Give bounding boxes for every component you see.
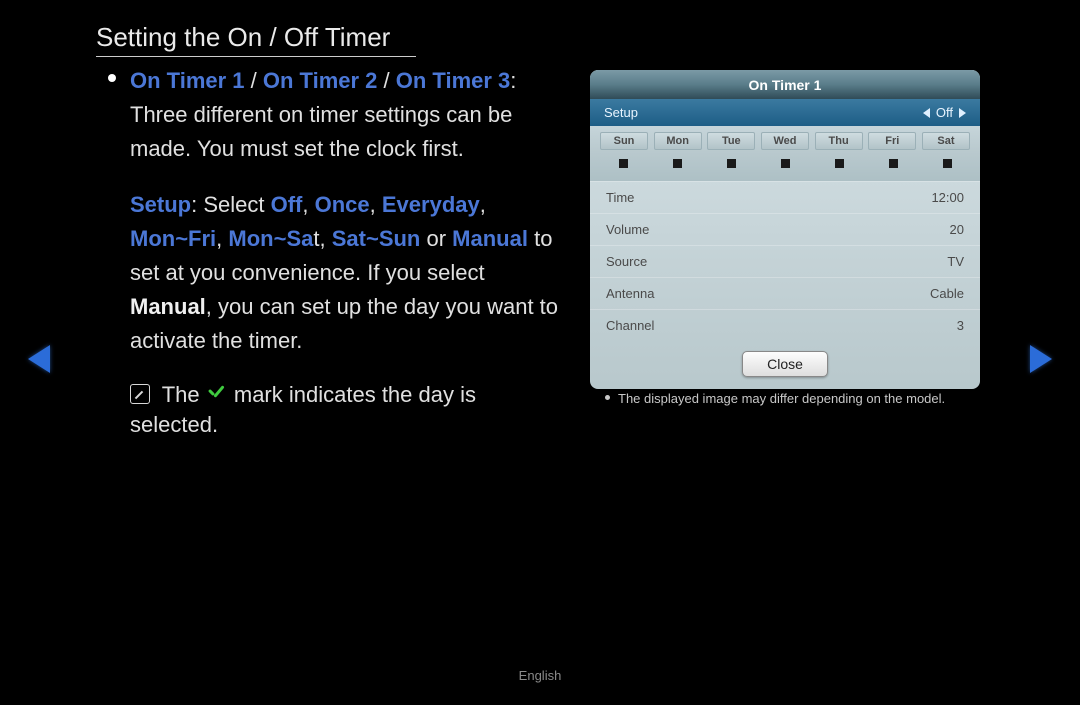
sep: /: [245, 68, 263, 93]
note-pre: The: [162, 382, 206, 407]
marks-row: [590, 152, 980, 181]
row-value: 12:00: [931, 190, 964, 205]
day-thu[interactable]: Thu: [815, 132, 863, 150]
close-row: Close: [590, 341, 980, 389]
chevron-left-icon[interactable]: [923, 108, 930, 118]
day-sun[interactable]: Sun: [600, 132, 648, 150]
panel-title: On Timer 1: [590, 70, 980, 99]
row-value: 3: [957, 318, 964, 333]
hl-on-timer-1: On Timer 1: [130, 68, 245, 93]
days-row: Sun Mon Tue Wed Thu Fri Sat: [590, 126, 980, 152]
row-label: Channel: [606, 318, 654, 333]
text: ,: [480, 192, 486, 217]
square-icon: [619, 159, 628, 168]
disclaimer-text: The displayed image may differ depending…: [618, 391, 945, 406]
row-label: Volume: [606, 222, 649, 237]
row-label: Time: [606, 190, 634, 205]
hl-monsat: Mon~Sa: [228, 226, 313, 251]
text: : Select: [191, 192, 270, 217]
row-value: 20: [950, 222, 964, 237]
hl-manual: Manual: [452, 226, 528, 251]
language-label: English: [0, 668, 1080, 683]
close-button[interactable]: Close: [742, 351, 828, 377]
hl-on-timer-2: On Timer 2: [263, 68, 378, 93]
paragraph-setup: Setup: Select Off, Once, Everyday, Mon~F…: [130, 188, 570, 358]
mark: [600, 156, 646, 171]
bullet-icon: [108, 74, 116, 82]
hl-everyday: Everyday: [382, 192, 480, 217]
text: ,: [370, 192, 382, 217]
day-fri[interactable]: Fri: [868, 132, 916, 150]
square-icon: [835, 159, 844, 168]
mark: [708, 156, 754, 171]
row-value: TV: [947, 254, 964, 269]
on-timer-panel: On Timer 1 Setup Off Sun Mon Tue Wed Thu…: [590, 70, 980, 389]
day-tue[interactable]: Tue: [707, 132, 755, 150]
row-volume[interactable]: Volume 20: [590, 213, 980, 245]
row-time[interactable]: Time 12:00: [590, 181, 980, 213]
hl-monfri: Mon~Fri: [130, 226, 216, 251]
hl-on-timer-3: On Timer 3: [396, 68, 511, 93]
nav-prev-icon[interactable]: [28, 345, 50, 373]
nav-next-icon[interactable]: [1030, 345, 1052, 373]
day-wed[interactable]: Wed: [761, 132, 809, 150]
bold-manual: Manual: [130, 294, 206, 319]
square-icon: [781, 159, 790, 168]
chevron-right-icon[interactable]: [959, 108, 966, 118]
paragraph-timers: On Timer 1 / On Timer 2 / On Timer 3: Th…: [130, 64, 570, 166]
mark: [816, 156, 862, 171]
text: ,: [302, 192, 314, 217]
body-text: On Timer 1 / On Timer 2 / On Timer 3: Th…: [130, 64, 570, 440]
bullet-icon: [605, 395, 610, 400]
hl-satsun: Sat~Sun: [332, 226, 421, 251]
row-label: Source: [606, 254, 647, 269]
mark: [654, 156, 700, 171]
square-icon: [673, 159, 682, 168]
square-icon: [943, 159, 952, 168]
check-icon: [206, 387, 228, 403]
mark: [924, 156, 970, 171]
setup-label: Setup: [604, 105, 638, 120]
disclaimer: The displayed image may differ depending…: [605, 390, 985, 408]
row-channel[interactable]: Channel 3: [590, 309, 980, 341]
hl-off: Off: [271, 192, 303, 217]
text: ,: [216, 226, 228, 251]
text: or: [420, 226, 452, 251]
title-underline: [96, 56, 416, 57]
row-label: Antenna: [606, 286, 654, 301]
text: ,: [320, 226, 332, 251]
row-value: Cable: [930, 286, 964, 301]
mark: [870, 156, 916, 171]
row-source[interactable]: Source TV: [590, 245, 980, 277]
sep: /: [377, 68, 395, 93]
hl-setup: Setup: [130, 192, 191, 217]
note-icon: [130, 384, 150, 404]
setup-value: Off: [936, 105, 953, 120]
page-title: Setting the On / Off Timer: [96, 22, 390, 57]
note-line: The mark indicates the day is selected.: [130, 380, 570, 440]
row-antenna[interactable]: Antenna Cable: [590, 277, 980, 309]
setup-row[interactable]: Setup Off: [590, 99, 980, 126]
day-mon[interactable]: Mon: [654, 132, 702, 150]
hl-once: Once: [315, 192, 370, 217]
square-icon: [727, 159, 736, 168]
day-sat[interactable]: Sat: [922, 132, 970, 150]
setup-value-group[interactable]: Off: [923, 105, 966, 120]
mark: [762, 156, 808, 171]
square-icon: [889, 159, 898, 168]
